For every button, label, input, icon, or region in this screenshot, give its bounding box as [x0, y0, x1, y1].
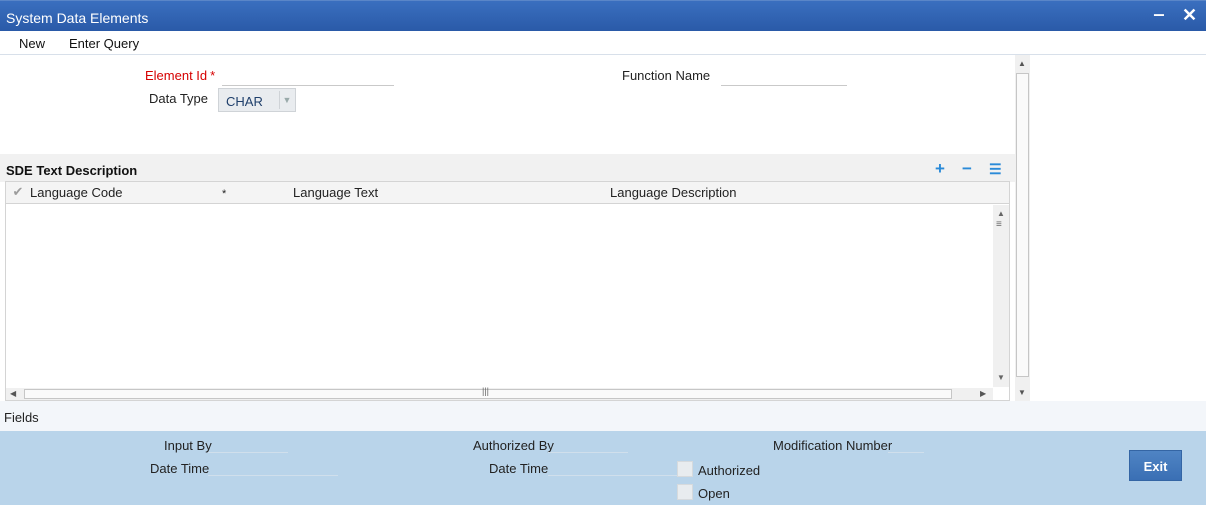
- sde-grid-header: ✔ Language Code * Language Text Language…: [6, 182, 1009, 204]
- scroll-grip-icon: |||: [482, 386, 490, 396]
- fields-link[interactable]: Fields: [4, 410, 39, 425]
- fields-bar: Fields: [0, 401, 1206, 431]
- toolbar: New Enter Query: [0, 31, 1206, 55]
- chevron-down-icon[interactable]: ▼: [279, 91, 294, 109]
- scroll-grip-icon: ≡: [996, 219, 1002, 230]
- audit-footer: Input By Date Time Authorized By Date Ti…: [0, 431, 1206, 505]
- modification-number-label: Modification Number: [773, 438, 893, 453]
- column-language-text[interactable]: Language Text: [293, 185, 378, 200]
- data-type-value: CHAR: [226, 94, 263, 109]
- scroll-up-icon[interactable]: ▲: [997, 209, 1005, 218]
- open-checkbox[interactable]: [677, 484, 693, 500]
- column-language-code[interactable]: Language Code: [30, 185, 123, 200]
- required-marker: *: [222, 188, 227, 200]
- function-name-field[interactable]: [721, 68, 847, 86]
- authorized-checkbox[interactable]: [677, 461, 693, 477]
- date-time-label: Date Time: [150, 461, 210, 476]
- input-by-underline: [208, 452, 288, 453]
- scroll-down-icon[interactable]: ▼: [997, 373, 1005, 382]
- required-marker: *: [210, 68, 216, 83]
- element-id-field[interactable]: [222, 68, 394, 86]
- authorized-label: Authorized: [698, 463, 761, 478]
- data-type-label: Data Type: [149, 91, 209, 106]
- scroll-right-icon[interactable]: ▶: [980, 389, 986, 398]
- list-view-icon[interactable]: ☰: [989, 161, 1002, 178]
- window-title-bar: System Data Elements ‒ ✕: [0, 0, 1206, 31]
- scroll-left-icon[interactable]: ◀: [10, 389, 16, 398]
- date-time-underline: [208, 475, 338, 476]
- auth-date-time-underline: [548, 475, 678, 476]
- data-type-select[interactable]: CHAR ▼: [218, 88, 296, 112]
- window-title: System Data Elements: [6, 10, 149, 26]
- main-vertical-scrollbar[interactable]: ▲ ▼: [1015, 55, 1030, 401]
- function-name-label: Function Name: [622, 68, 711, 83]
- column-language-description[interactable]: Language Description: [610, 185, 736, 200]
- grid-vertical-scrollbar[interactable]: ▲ ≡ ▼: [993, 205, 1009, 387]
- sde-section-header: [0, 154, 1015, 182]
- modification-number-underline: [888, 452, 924, 453]
- scroll-down-icon[interactable]: ▼: [1018, 388, 1026, 397]
- enter-query-button[interactable]: Enter Query: [69, 36, 139, 51]
- add-row-icon[interactable]: +: [935, 159, 945, 179]
- sde-section-title: SDE Text Description: [6, 163, 138, 178]
- authorized-by-label: Authorized By: [473, 438, 554, 453]
- element-id-label: Element Id *: [145, 68, 216, 83]
- exit-button[interactable]: Exit: [1129, 450, 1182, 481]
- sde-grid: [5, 181, 1010, 401]
- select-all-checkbox-icon[interactable]: ✔: [9, 184, 27, 202]
- auth-date-time-label: Date Time: [489, 461, 549, 476]
- open-label: Open: [698, 486, 730, 501]
- scroll-thumb[interactable]: [1016, 73, 1029, 377]
- authorized-by-underline: [548, 452, 628, 453]
- new-button[interactable]: New: [19, 36, 45, 51]
- remove-row-icon[interactable]: −: [962, 159, 972, 179]
- close-icon[interactable]: ✕: [1182, 5, 1197, 26]
- scroll-up-icon[interactable]: ▲: [1018, 59, 1026, 68]
- grid-horizontal-scrollbar[interactable]: ◀ ||| ▶: [6, 386, 993, 400]
- input-by-label: Input By: [164, 438, 212, 453]
- minimize-icon[interactable]: ‒: [1154, 4, 1164, 25]
